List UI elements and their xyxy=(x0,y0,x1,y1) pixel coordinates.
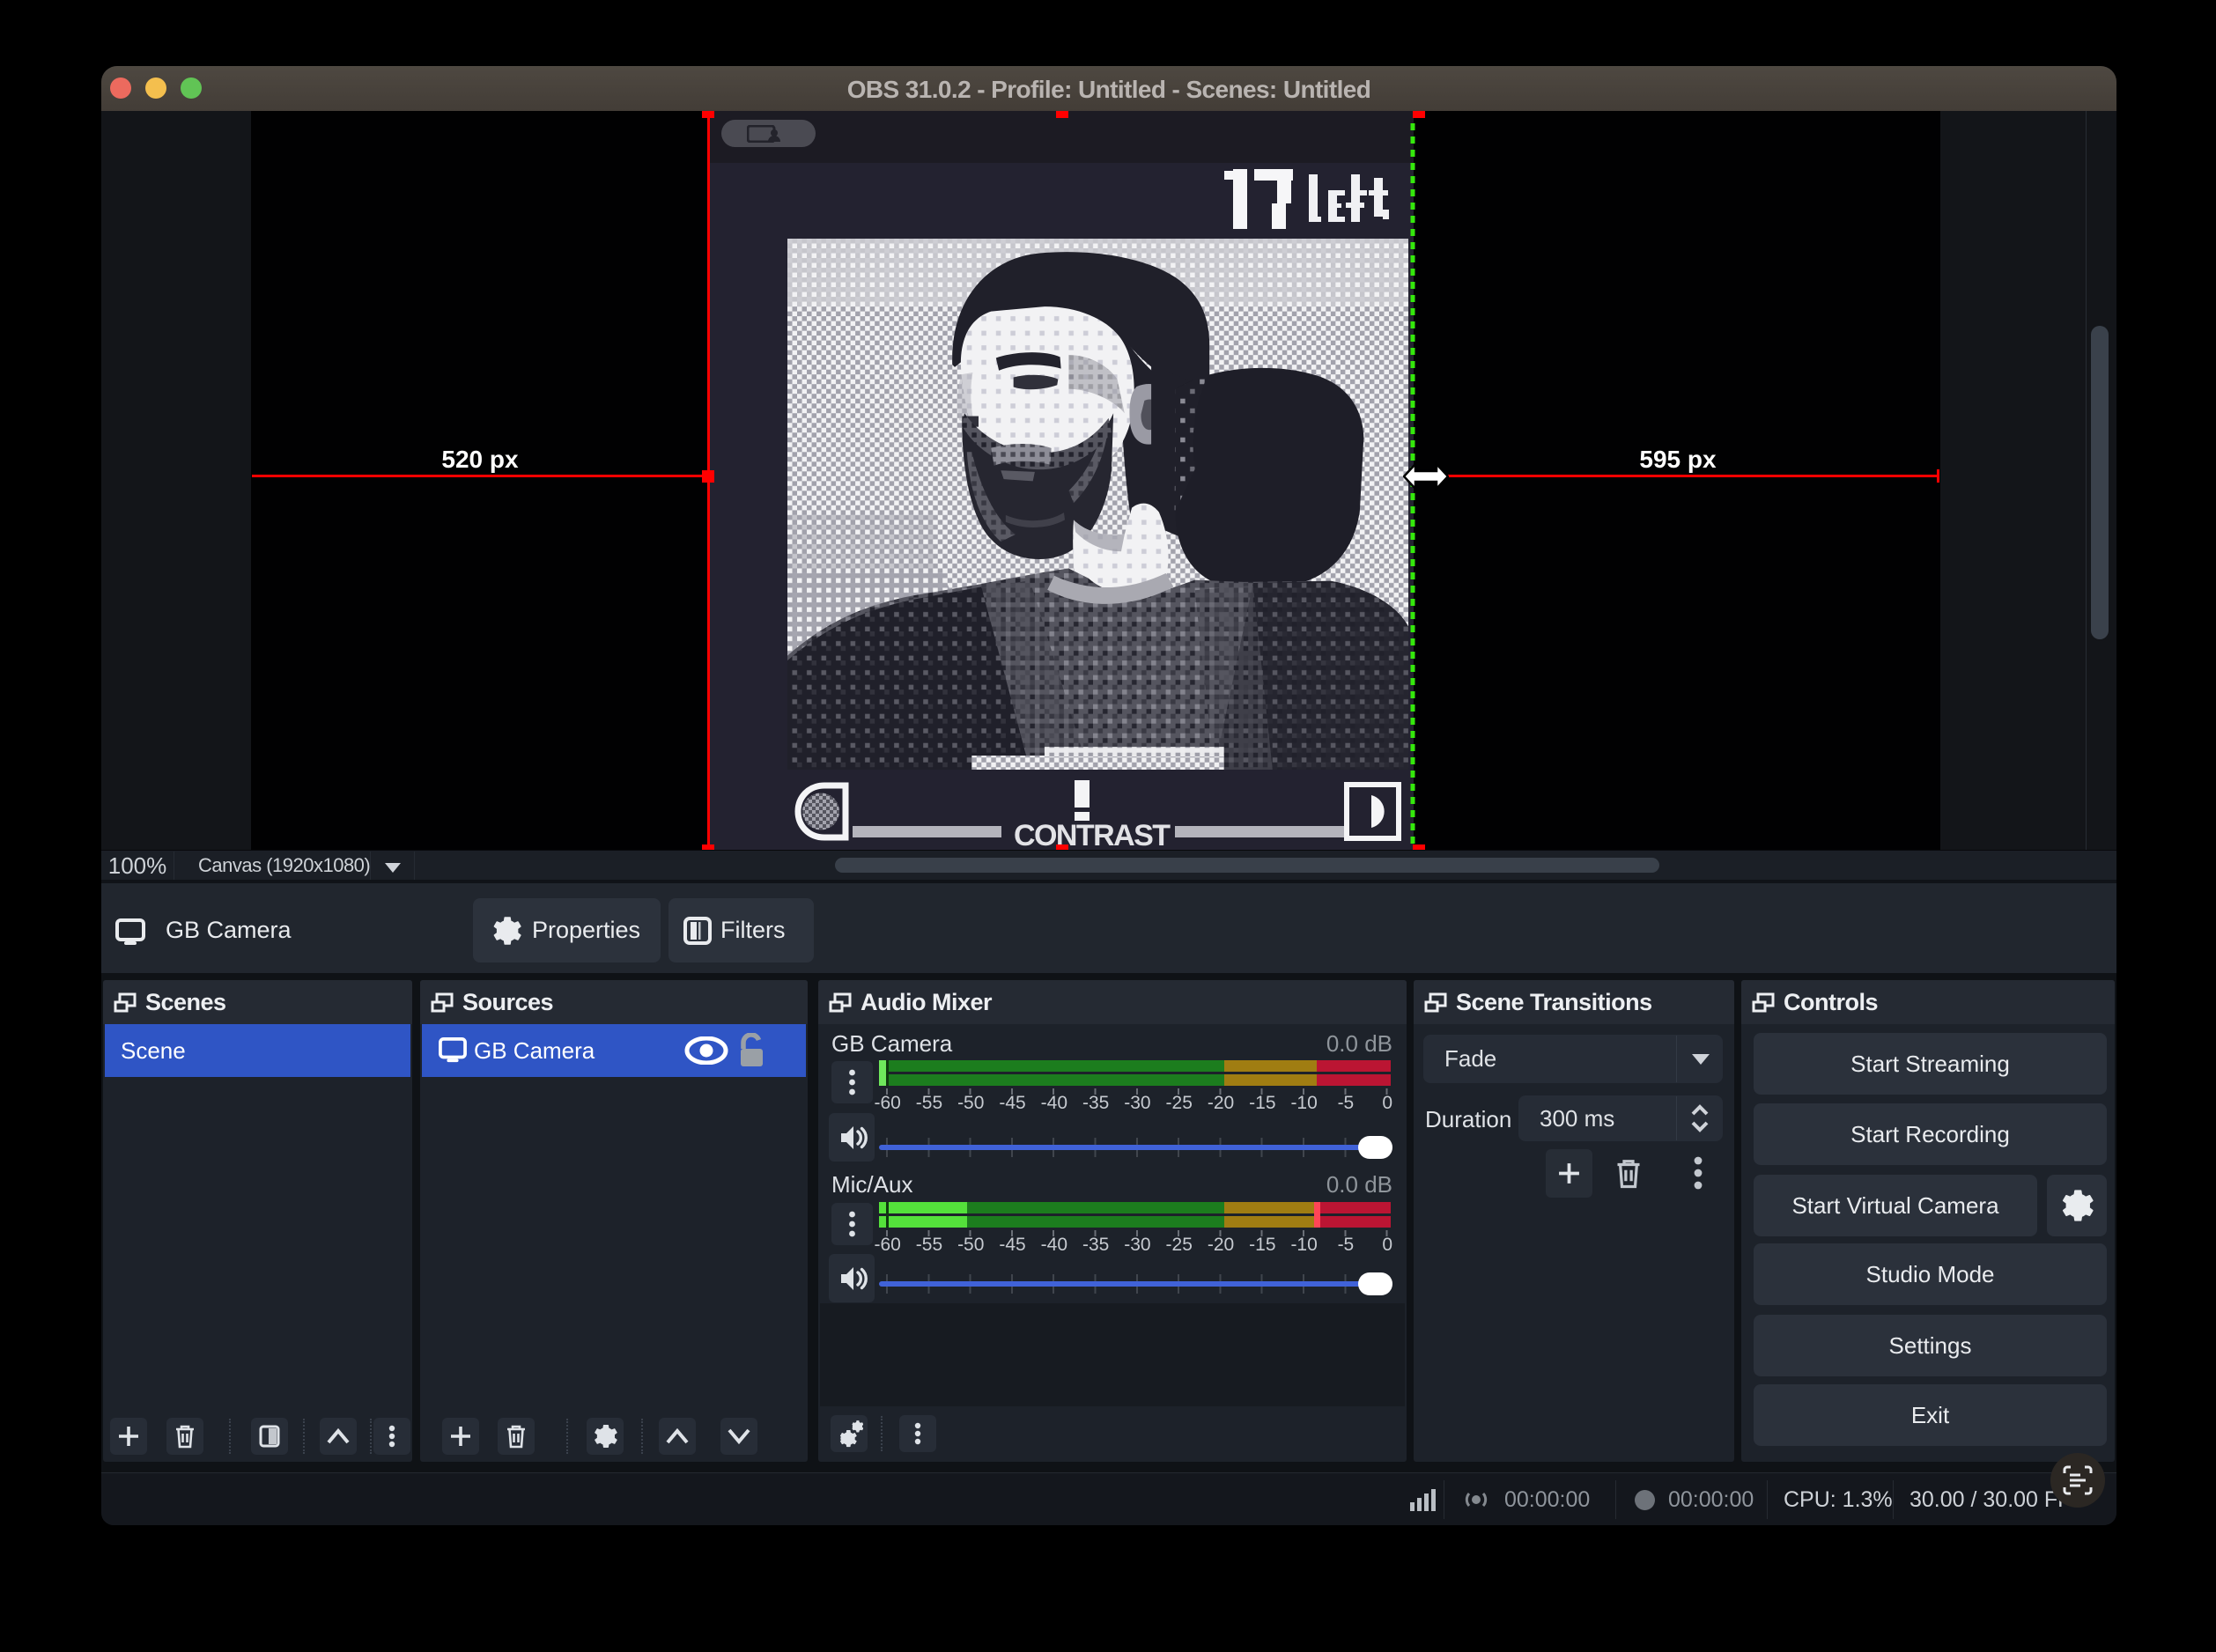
svg-text:CONTRAST: CONTRAST xyxy=(1014,819,1171,852)
